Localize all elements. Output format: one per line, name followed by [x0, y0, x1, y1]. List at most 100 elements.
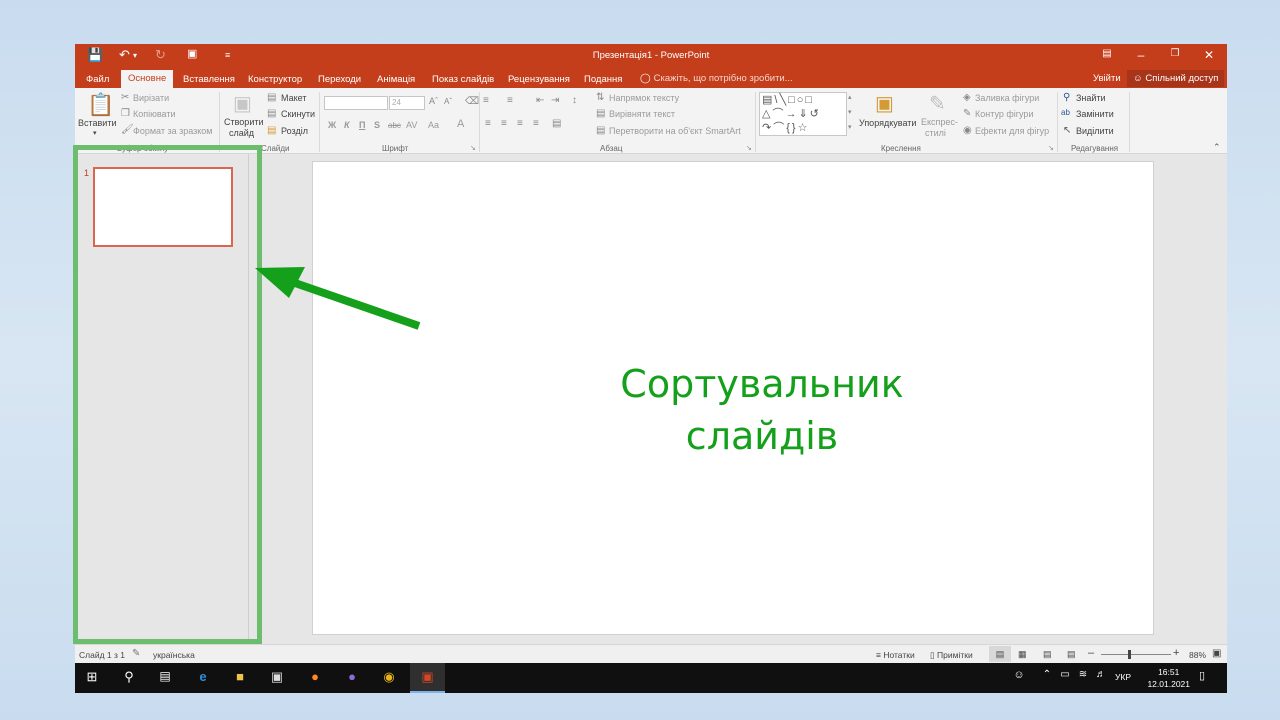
clear-formatting-icon[interactable]: ⌫: [465, 96, 479, 107]
language-indicator[interactable]: українська: [153, 650, 195, 660]
slideshow-view-icon[interactable]: ▤: [1067, 649, 1076, 660]
slide-sorter-pane: 1: [75, 154, 251, 644]
sign-in-link[interactable]: Увійти: [1093, 73, 1121, 84]
notes-button[interactable]: ≡ Нотатки: [876, 650, 915, 660]
find-button[interactable]: Знайти: [1076, 93, 1106, 103]
tab-animations[interactable]: Анімація: [377, 71, 415, 88]
justify-icon[interactable]: ≡: [533, 118, 539, 129]
edge-icon[interactable]: e: [192, 669, 214, 687]
fit-to-window-icon[interactable]: ▣: [1212, 648, 1221, 659]
decrease-indent-icon[interactable]: ⇤: [536, 95, 544, 106]
copy-button[interactable]: Копіювати: [133, 109, 176, 119]
action-center-icon[interactable]: ▯: [1191, 669, 1213, 687]
zoom-slider[interactable]: [1101, 654, 1171, 655]
font-family-input[interactable]: [324, 96, 388, 110]
tab-view[interactable]: Подання: [584, 71, 622, 88]
reading-view-icon[interactable]: ▤: [1043, 649, 1052, 660]
zoom-in-button[interactable]: +: [1173, 647, 1179, 659]
zoom-level[interactable]: 88%: [1189, 650, 1206, 660]
align-text-button[interactable]: Вирівняти текст: [609, 109, 675, 119]
replace-button[interactable]: Замінити: [1076, 109, 1114, 119]
minimize-button[interactable]: –: [1131, 48, 1151, 62]
people-icon[interactable]: ☺: [1008, 669, 1030, 687]
shapes-gallery[interactable]: ▤\╲□○□ △⌒→⇓↺ ↷⌒{}☆: [759, 92, 847, 136]
shadow-button[interactable]: S: [374, 120, 380, 130]
section-button[interactable]: Розділ: [281, 126, 308, 136]
share-button[interactable]: ☺ Спільний доступ: [1127, 70, 1225, 87]
bullets-icon[interactable]: ≡: [483, 95, 489, 106]
font-size-input[interactable]: 24: [389, 96, 425, 110]
strikethrough-button[interactable]: abc: [388, 121, 401, 130]
shape-outline-button[interactable]: Контур фігури: [975, 109, 1033, 119]
comments-button[interactable]: ▯ Примітки: [930, 650, 973, 661]
reset-button[interactable]: Скинути: [281, 109, 315, 119]
italic-button[interactable]: К: [344, 120, 350, 130]
slide-thumbnail[interactable]: [93, 167, 233, 247]
windows-start-icon[interactable]: ⊞: [81, 669, 103, 687]
shape-effects-button[interactable]: Ефекти для фігур: [975, 126, 1049, 136]
align-left-icon[interactable]: ≡: [485, 118, 491, 129]
increase-font-icon[interactable]: Aˆ: [429, 96, 438, 106]
tab-home[interactable]: Основне: [121, 70, 174, 88]
font-color-button[interactable]: A: [457, 118, 464, 130]
title-bar: 💾 ↶ ▾ ↻ ▣ ≡ Презентація1 - PowerPoint ▤ …: [75, 44, 1227, 68]
store-icon[interactable]: ▣: [266, 669, 288, 687]
slides-group-label: Слайди: [261, 144, 290, 153]
select-button[interactable]: Виділити: [1076, 126, 1114, 136]
search-icon[interactable]: ⚲: [118, 669, 140, 687]
viber-icon[interactable]: ●: [341, 669, 363, 687]
align-center-icon[interactable]: ≡: [501, 118, 507, 129]
shape-fill-button[interactable]: Заливка фігури: [975, 93, 1039, 103]
line-spacing-icon[interactable]: ↕: [572, 95, 577, 106]
collapse-ribbon-icon[interactable]: ⌃: [1213, 142, 1221, 153]
align-right-icon[interactable]: ≡: [517, 118, 523, 129]
zoom-out-button[interactable]: –: [1088, 647, 1094, 659]
tell-me-box[interactable]: ◯ Скажіть, що потрібно зробити...: [640, 73, 793, 84]
char-spacing-button[interactable]: AV: [406, 120, 417, 130]
gallery-scroll-up-icon[interactable]: ▴: [848, 93, 852, 101]
comments-label: Примітки: [937, 650, 973, 660]
tab-transitions[interactable]: Переходи: [318, 71, 361, 88]
drawing-dialog-launcher-icon[interactable]: ↘: [1048, 144, 1054, 152]
underline-button[interactable]: П: [359, 120, 365, 130]
zoom-slider-thumb[interactable]: [1128, 650, 1131, 659]
file-explorer-icon[interactable]: ■: [229, 669, 251, 687]
paragraph-dialog-launcher-icon[interactable]: ↘: [746, 144, 752, 152]
text-direction-button[interactable]: Напрямок тексту: [609, 93, 679, 103]
layout-button[interactable]: Макет: [281, 93, 306, 103]
gallery-more-icon[interactable]: ▾: [848, 123, 852, 131]
normal-view-icon[interactable]: ▤: [989, 646, 1011, 662]
tab-slideshow[interactable]: Показ слайдів: [432, 71, 494, 88]
decrease-font-icon[interactable]: Aˇ: [444, 97, 452, 106]
gallery-scroll-down-icon[interactable]: ▾: [848, 108, 852, 116]
arrange-label: Упорядкувати: [859, 118, 917, 128]
firefox-icon[interactable]: ●: [304, 669, 326, 687]
close-button[interactable]: ✕: [1199, 48, 1219, 62]
tab-file[interactable]: Файл: [86, 71, 109, 88]
group-separator: [1129, 92, 1130, 152]
clock[interactable]: 16:51 12.01.2021: [1147, 666, 1190, 690]
increase-indent-icon[interactable]: ⇥: [551, 95, 559, 106]
font-dialog-launcher-icon[interactable]: ↘: [470, 144, 476, 152]
input-language[interactable]: УКР: [1110, 672, 1136, 690]
spell-check-icon[interactable]: ✎: [132, 648, 140, 659]
bold-button[interactable]: Ж: [328, 120, 336, 130]
powerpoint-taskbar-icon[interactable]: ▣: [410, 663, 445, 693]
ribbon-display-options-icon[interactable]: ▤: [1097, 48, 1117, 59]
format-painter-button[interactable]: Формат за зразком: [133, 126, 213, 136]
restore-button[interactable]: ❐: [1165, 48, 1185, 59]
columns-icon[interactable]: ▤: [552, 118, 561, 129]
new-slide-label-2: слайд: [229, 128, 255, 138]
smartart-button[interactable]: Перетворити на об'єкт SmartArt: [609, 126, 741, 136]
cut-button[interactable]: Вирізати: [133, 93, 169, 103]
pane-divider[interactable]: [248, 154, 249, 644]
task-view-icon[interactable]: ▤: [154, 669, 176, 687]
volume-icon[interactable]: ♬: [1090, 669, 1112, 687]
change-case-button[interactable]: Aa: [428, 120, 439, 130]
tab-design[interactable]: Конструктор: [248, 71, 302, 88]
tab-review[interactable]: Рецензування: [508, 71, 570, 88]
numbering-icon[interactable]: ≡: [507, 95, 513, 106]
slide-sorter-view-icon[interactable]: ▦: [1018, 649, 1027, 660]
chrome-icon[interactable]: ◉: [378, 669, 400, 687]
tab-insert[interactable]: Вставлення: [183, 71, 235, 88]
